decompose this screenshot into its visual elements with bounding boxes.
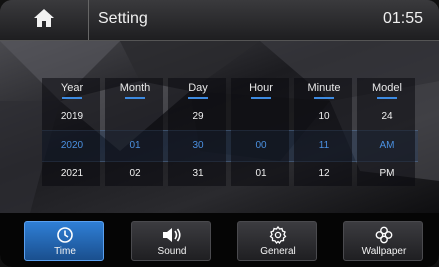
next-value[interactable]: 2021 <box>42 168 102 179</box>
column-indicator <box>62 97 82 99</box>
column-label: Month <box>119 82 151 94</box>
clock-time: 01:55 <box>382 10 423 27</box>
column-label: Hour <box>249 82 273 94</box>
nav-tab-label: Wallpaper <box>361 246 407 257</box>
datetime-picker: Year 2019 2020 2021 Month 01 02 Day 29 3… <box>42 78 418 186</box>
picker-column-model[interactable]: Model 24 AM PM <box>357 78 417 186</box>
gear-icon <box>238 226 318 244</box>
speaker-icon <box>132 226 212 244</box>
column-indicator <box>251 97 271 99</box>
column-indicator <box>125 97 145 99</box>
nav-tab-sound[interactable]: Sound <box>131 221 211 261</box>
home-icon <box>33 8 55 33</box>
prev-value[interactable]: 2019 <box>42 111 102 122</box>
nav-tab-time[interactable]: Time <box>24 221 104 261</box>
clock-icon <box>25 226 105 244</box>
selected-value[interactable]: 01 <box>105 140 165 151</box>
picker-column-year[interactable]: Year 2019 2020 2021 <box>42 78 102 186</box>
column-indicator <box>377 97 397 99</box>
selected-value[interactable]: 11 <box>294 140 354 151</box>
nav-tab-wallpaper[interactable]: Wallpaper <box>343 221 423 261</box>
home-button[interactable] <box>0 0 89 40</box>
next-value[interactable]: 01 <box>231 168 291 179</box>
selected-value[interactable]: 30 <box>168 140 228 151</box>
next-value[interactable]: 02 <box>105 168 165 179</box>
nav-tab-label: Sound <box>157 246 187 257</box>
column-label: Model <box>372 82 402 94</box>
header-bar: Setting 01:55 <box>0 0 439 41</box>
column-indicator <box>314 97 334 99</box>
column-label: Day <box>188 82 208 94</box>
picker-column-day[interactable]: Day 29 30 31 <box>168 78 228 186</box>
prev-value[interactable]: 29 <box>168 111 228 122</box>
column-label: Year <box>60 82 84 94</box>
nav-tab-label: Time <box>54 246 76 257</box>
settings-screen: Setting 01:55 Year 2019 2020 2021 Month <box>0 0 439 267</box>
selected-value[interactable]: AM <box>357 140 417 151</box>
bottom-nav: Time Sound General Wallpaper <box>0 213 439 267</box>
column-indicator <box>188 97 208 99</box>
next-value[interactable]: PM <box>357 168 417 179</box>
page-title: Setting <box>98 10 148 27</box>
nav-tab-label: General <box>260 246 296 257</box>
prev-value[interactable]: 10 <box>294 111 354 122</box>
picker-column-hour[interactable]: Hour 00 01 <box>231 78 291 186</box>
selected-value[interactable]: 00 <box>231 140 291 151</box>
prev-value[interactable]: 24 <box>357 111 417 122</box>
next-value[interactable]: 31 <box>168 168 228 179</box>
picker-column-minute[interactable]: Minute 10 11 12 <box>294 78 354 186</box>
column-label: Minute <box>307 82 341 94</box>
nav-tab-general[interactable]: General <box>237 221 317 261</box>
picker-column-month[interactable]: Month 01 02 <box>105 78 165 186</box>
selected-value[interactable]: 2020 <box>42 140 102 151</box>
next-value[interactable]: 12 <box>294 168 354 179</box>
flower-icon <box>344 226 424 244</box>
